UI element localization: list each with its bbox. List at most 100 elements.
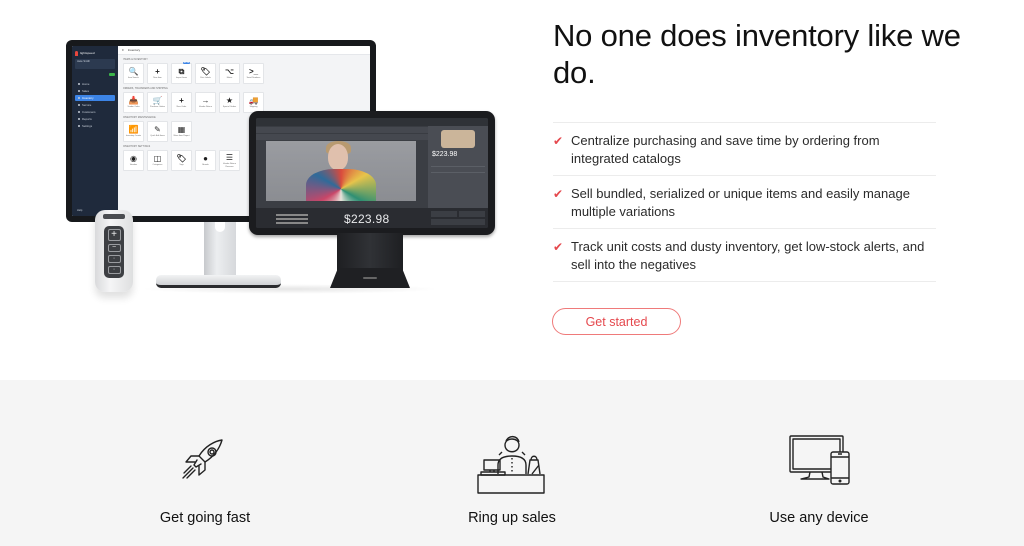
inventory-tile: 🏷 Tags xyxy=(171,150,192,171)
key: · xyxy=(107,255,121,263)
sidebar-item-inventory: Inventory xyxy=(75,95,115,101)
nav-label: Customers xyxy=(82,110,96,114)
sidebar-item-settings: Settings xyxy=(75,123,115,129)
get-started-button[interactable]: Get started xyxy=(552,308,681,335)
app-topbar: ≡ Inventory xyxy=(118,46,370,55)
tablet-stand-neck xyxy=(337,233,403,271)
customer-info xyxy=(276,214,316,224)
tile-icon: ✎ xyxy=(154,125,161,135)
inventory-tile: + New Order xyxy=(171,92,192,113)
benefits-section: Get going fast Ring up sales Use any dev… xyxy=(0,380,1024,546)
inventory-tile: ▦ Mass Item Report xyxy=(171,121,192,142)
inventory-tile: ☰ Vendor Return Reasons xyxy=(219,150,240,171)
minus-key: − xyxy=(107,244,121,252)
tile-icon: ◫ xyxy=(153,154,162,164)
pos-tablet: $223.98 $223.98 xyxy=(249,111,495,235)
feature-list: ✔ Centralize purchasing and save time by… xyxy=(553,122,936,282)
sidebar-item-home: Home xyxy=(75,81,115,87)
product-illustration: lightspeed Jane Smith Home Sales Inventory… xyxy=(0,0,540,380)
tile-label: Serial Numbers xyxy=(246,77,261,80)
tile-label: New Order xyxy=(176,106,187,109)
tile-label: Item Search xyxy=(128,77,139,80)
register-toggle xyxy=(75,73,115,76)
tile-icon: ⌥ xyxy=(224,67,235,77)
sidebar-nav: Home Sales Inventory Service Customers Report… xyxy=(75,81,115,129)
app-sidebar: lightspeed Jane Smith Home Sales Inventory… xyxy=(72,46,118,216)
tile-label: Vendors xyxy=(129,164,138,167)
tile-label: New Item xyxy=(153,77,162,80)
inventory-feature-section: lightspeed Jane Smith Home Sales Inventory… xyxy=(0,0,1024,380)
tile-row: 🔍 Item Search + New Item ⧉ Import Items BETA 🏷 P… xyxy=(118,62,370,84)
nav-icon xyxy=(78,118,80,120)
check-icon: ✔ xyxy=(553,240,564,254)
devices-icon xyxy=(789,435,850,485)
pos-footer: $223.98 xyxy=(256,208,488,228)
check-icon: ✔ xyxy=(553,134,564,148)
inventory-tile: ◫ Categories xyxy=(147,150,168,171)
sidebar-item-customers: Customers xyxy=(75,109,115,115)
tile-icon: ☰ xyxy=(225,153,234,163)
item-price: $223.98 xyxy=(432,151,458,158)
section-headline: No one does inventory like we do. xyxy=(553,18,961,90)
nav-icon xyxy=(78,111,80,113)
feature-text: Track unit costs and dusty inventory, ge… xyxy=(571,239,925,272)
tile-icon: 🛒 xyxy=(152,96,163,106)
plus-key: + xyxy=(107,229,121,241)
tile-icon: ▦ xyxy=(177,125,186,135)
inventory-tile: 🔍 Item Search xyxy=(123,63,144,84)
handbag-image xyxy=(441,130,475,148)
tile-icon: ◉ xyxy=(130,154,137,164)
tile-icon: + xyxy=(179,96,184,106)
item-detail-panel: $223.98 xyxy=(428,126,488,208)
rocket-icon xyxy=(182,439,223,479)
key: · xyxy=(107,266,121,274)
tile-icon: 🏷 xyxy=(176,154,187,164)
inventory-tile: + New Item xyxy=(147,63,168,84)
feature-item: ✔ Track unit costs and dusty inventory, … xyxy=(553,229,936,282)
tile-icon: ● xyxy=(203,154,208,164)
tile-label: Vendor Return xyxy=(199,106,212,109)
tile-icon: ⧉ xyxy=(178,67,185,77)
inventory-tile: ⌥ Matrix xyxy=(219,63,240,84)
inventory-tile: → Vendor Return xyxy=(195,92,216,113)
sidebar-item-reports: Reports xyxy=(75,116,115,122)
tile-label: Brands xyxy=(202,164,209,167)
section-title: Orders, Transfers and Shipping xyxy=(123,88,168,90)
tile-icon: 🚚 xyxy=(248,96,259,106)
beta-badge: BETA xyxy=(182,62,190,64)
section-title: Items & Inventory xyxy=(123,59,148,61)
tile-label: Shipping xyxy=(249,106,258,109)
benefit-ring-up-sales: Ring up sales xyxy=(402,380,622,546)
tile-label: Special Orders xyxy=(222,106,237,109)
flame-icon xyxy=(75,50,78,56)
inventory-tile: 📶 Inventory Counts xyxy=(123,121,144,142)
payment-buttons xyxy=(431,211,485,225)
tile-icon: >_ xyxy=(248,67,259,77)
benefit-get-going-fast: Get going fast xyxy=(95,380,315,546)
sidebar-item-sales: Sales xyxy=(75,88,115,94)
inventory-tile: 🚚 Shipping xyxy=(243,92,264,113)
inventory-tile: >_ Serial Numbers xyxy=(243,63,264,84)
feature-item: ✔ Centralize purchasing and save time by… xyxy=(553,123,936,176)
inventory-tile: 🏷 Print Labels xyxy=(195,63,216,84)
tile-label: Quick Edit Items xyxy=(150,135,165,138)
product-photo xyxy=(266,141,416,201)
tile-icon: → xyxy=(201,96,210,106)
tile-label: Vendor Order xyxy=(127,106,140,109)
cashier-icon xyxy=(477,435,545,494)
tile-label: Import Items xyxy=(175,77,188,80)
handheld-scanner: + − · · xyxy=(95,210,133,292)
nav-label: Inventory xyxy=(82,96,94,100)
inventory-tile: 🛒 Purchase Orders xyxy=(147,92,168,113)
inventory-tile: ⧉ Import Items BETA xyxy=(171,62,192,84)
scanner-label xyxy=(103,214,125,219)
menu-icon: ≡ xyxy=(122,48,124,52)
tile-label: Mass Item Report xyxy=(173,135,190,138)
tile-icon: 📥 xyxy=(128,96,139,106)
feature-item: ✔ Sell bundled, serialized or unique ite… xyxy=(553,176,936,229)
nav-icon xyxy=(78,125,80,127)
sale-total: $223.98 xyxy=(344,212,390,226)
inventory-tile: ◉ Vendors xyxy=(123,150,144,171)
tile-label: Vendor Return Reasons xyxy=(223,163,236,168)
tile-icon: 🔍 xyxy=(128,67,139,77)
